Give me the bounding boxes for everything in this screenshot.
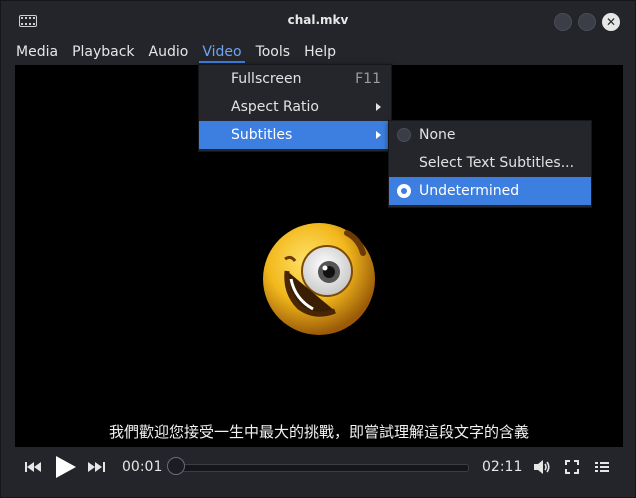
menu-bar: Media Playback Audio Video Tools Help — [9, 39, 629, 65]
fullscreen-icon[interactable] — [565, 460, 579, 474]
radio-unchecked-icon — [397, 128, 411, 142]
menu-item-label: None — [419, 127, 456, 143]
menu-audio[interactable]: Audio — [142, 39, 196, 65]
play-icon[interactable] — [55, 455, 77, 479]
menu-item-subtitles[interactable]: Subtitles — [199, 121, 391, 149]
menu-item-label: Undetermined — [419, 183, 520, 199]
playlist-icon[interactable] — [595, 460, 609, 474]
shortcut-label: F11 — [355, 71, 381, 87]
subtitle-option-none[interactable]: None — [389, 121, 591, 149]
menu-tools[interactable]: Tools — [249, 39, 298, 65]
player-window: chal.mkv ✕ Media Playback Audio Video To… — [0, 0, 636, 498]
radio-checked-icon — [397, 184, 411, 198]
submenu-arrow-icon — [376, 131, 381, 139]
menu-item-aspect-ratio[interactable]: Aspect Ratio — [199, 93, 391, 121]
menu-item-label: Subtitles — [231, 127, 293, 143]
title-bar: chal.mkv ✕ — [1, 1, 635, 39]
elapsed-time: 00:01 — [122, 459, 163, 475]
window-title: chal.mkv — [287, 13, 349, 27]
menu-media[interactable]: Media — [9, 39, 65, 65]
menu-item-label: Select Text Subtitles... — [419, 155, 575, 171]
next-icon[interactable] — [87, 461, 105, 473]
subtitles-submenu: None Select Text Subtitles... Undetermin… — [388, 120, 592, 208]
minimize-button[interactable] — [554, 13, 572, 31]
menu-item-fullscreen[interactable]: Fullscreen F11 — [199, 65, 391, 93]
seek-bar[interactable] — [181, 464, 469, 472]
submenu-arrow-icon — [376, 103, 381, 111]
subtitle-option-undetermined[interactable]: Undetermined — [389, 177, 591, 205]
menu-playback[interactable]: Playback — [65, 39, 141, 65]
close-button[interactable]: ✕ — [602, 13, 620, 31]
select-text-subtitles-item[interactable]: Select Text Subtitles... — [389, 149, 591, 177]
seek-handle[interactable] — [167, 457, 185, 475]
subtitle-text: 我們歡迎您接受一生中最大的挑戰，即嘗試理解這段文字的含義 — [108, 423, 529, 441]
video-menu-dropdown: Fullscreen F11 Aspect Ratio Subtitles — [198, 64, 392, 152]
previous-icon[interactable] — [25, 461, 43, 473]
total-duration: 02:11 — [482, 459, 523, 475]
maximize-button[interactable] — [578, 13, 596, 31]
menu-help[interactable]: Help — [297, 39, 343, 65]
volume-icon[interactable] — [533, 459, 551, 475]
winking-smiley-image — [263, 223, 375, 335]
menu-item-label: Aspect Ratio — [231, 99, 319, 115]
menu-video[interactable]: Video — [195, 39, 248, 65]
menu-item-label: Fullscreen — [231, 71, 302, 87]
playback-controls: 00:01 02:11 — [15, 447, 623, 487]
close-icon: ✕ — [605, 15, 617, 29]
